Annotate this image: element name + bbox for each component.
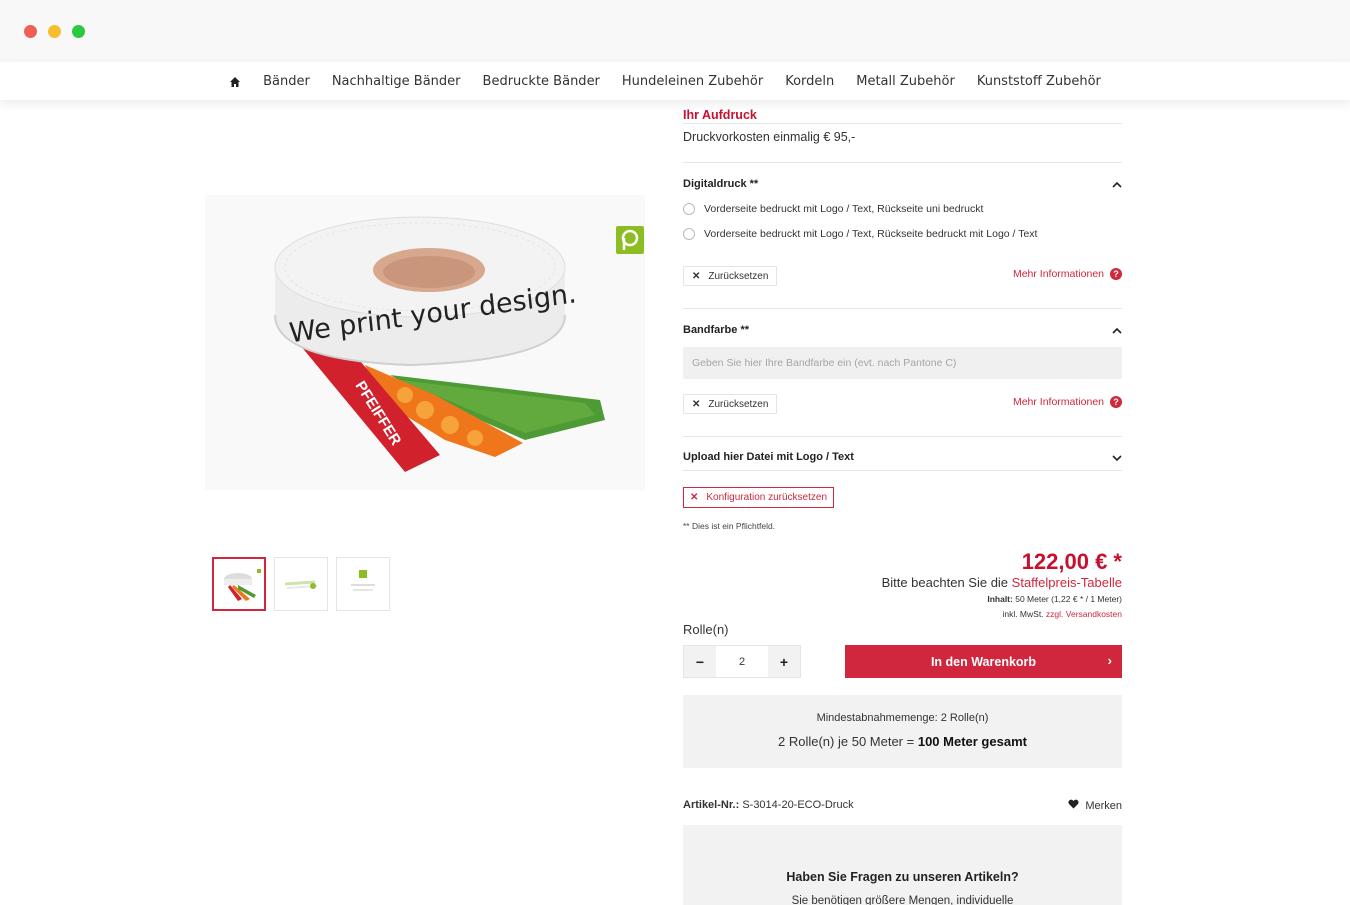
product-main-image[interactable]: PFEIFFER We print your design. xyxy=(205,195,645,490)
nav-item-baender[interactable]: Bänder xyxy=(263,74,310,89)
digitaldruck-title: Digitaldruck ** xyxy=(683,178,759,190)
divider xyxy=(683,162,1122,163)
total-meters-bold: 100 Meter gesamt xyxy=(917,734,1027,749)
reset-label: Zurücksetzen xyxy=(708,270,769,282)
bandfarbe-title: Bandfarbe ** xyxy=(683,324,750,336)
thumbnail-1[interactable] xyxy=(212,557,266,611)
digitaldruck-option-2[interactable]: Vorderseite bedruckt mit Logo / Text, Rü… xyxy=(683,228,1037,240)
quantity-label: Rolle(n) xyxy=(683,622,729,637)
mwst-info: inkl. MwSt. zzgl. Versandkosten xyxy=(1002,609,1122,619)
window-maximize-dot[interactable] xyxy=(72,25,85,38)
more-info-label: Mehr Informationen xyxy=(1012,396,1104,408)
radio-button[interactable] xyxy=(683,228,695,240)
staffelpreis-note: Bitte beachten Sie die Staffelpreis-Tabe… xyxy=(882,575,1122,590)
chevron-up-icon[interactable] xyxy=(1112,177,1122,188)
versandkosten-link[interactable]: zzgl. Versandkosten xyxy=(1046,609,1122,619)
faq-subtext: Sie benötigen größere Mengen, individuel… xyxy=(791,895,1014,905)
more-info-label: Mehr Informationen xyxy=(1012,268,1104,280)
brand-badge-icon xyxy=(616,226,644,254)
article-number-value: S-3014-20-ECO-Druck xyxy=(742,799,854,811)
upload-header[interactable]: Upload hier Datei mit Logo / Text xyxy=(683,447,1122,465)
chevron-up-icon[interactable] xyxy=(1112,323,1122,334)
ribbon-roll: We print your design. xyxy=(274,216,578,367)
bandfarbe-more-info-link[interactable]: Mehr Informationen ? xyxy=(1013,396,1122,408)
digitaldruck-option-label: Vorderseite bedruckt mit Logo / Text, Rü… xyxy=(704,228,1038,240)
nav-item-metall-zubehoer[interactable]: Metall Zubehör xyxy=(856,74,955,89)
bandfarbe-input[interactable] xyxy=(683,347,1122,379)
aufdruck-title: Ihr Aufdruck xyxy=(683,108,757,122)
nav-item-kunststoff-zubehoer[interactable]: Kunststoff Zubehör xyxy=(977,74,1101,89)
divider xyxy=(683,436,1122,437)
window-minimize-dot[interactable] xyxy=(48,25,61,38)
home-icon[interactable] xyxy=(229,75,241,87)
inhalt-value: 50 Meter (1,22 € * / 1 Meter) xyxy=(1015,594,1122,604)
staffel-prefix: Bitte beachten Sie die xyxy=(881,575,1009,590)
close-icon: ✕ xyxy=(690,492,699,503)
reset-label: Zurücksetzen xyxy=(708,398,769,410)
nav-item-hundeleinen-zubehoer[interactable]: Hundeleinen Zubehör xyxy=(622,74,763,89)
article-number-label: Artikel-Nr.: xyxy=(683,799,740,811)
faq-title: Haben Sie Fragen zu unseren Artikeln? xyxy=(786,870,1019,884)
config-reset-button[interactable]: ✕ Konfiguration zurücksetzen xyxy=(683,487,835,508)
close-icon: ✕ xyxy=(692,398,701,410)
nav-item-kordeln[interactable]: Kordeln xyxy=(785,74,834,89)
bandfarbe-header[interactable]: Bandfarbe ** xyxy=(683,320,1122,338)
add-to-cart-button[interactable]: In den Warenkorb › xyxy=(845,645,1122,678)
mwst-prefix: inkl. MwSt. xyxy=(1002,609,1044,619)
divider xyxy=(683,308,1122,309)
minimum-order-box: Mindestabnahmemenge: 2 Rolle(n) 2 Rolle(… xyxy=(683,695,1122,768)
digitaldruck-option-1[interactable]: Vorderseite bedruckt mit Logo / Text, Rü… xyxy=(683,203,983,215)
article-number: Artikel-Nr.: S-3014-20-ECO-Druck xyxy=(683,799,854,811)
faq-box: Haben Sie Fragen zu unseren Artikeln? Si… xyxy=(683,825,1122,905)
druckkosten-text: Druckvorkosten einmalig € 95,- xyxy=(683,130,856,144)
close-icon: ✕ xyxy=(692,270,701,282)
staffelpreis-link[interactable]: Staffelpreis-Tabelle xyxy=(1012,575,1122,590)
inhalt-label: Inhalt: xyxy=(987,594,1013,604)
main-navigation: Bänder Nachhaltige Bänder Bedruckte Bänd… xyxy=(0,62,1350,100)
quantity-input[interactable]: 2 xyxy=(716,646,768,677)
quantity-increase-button[interactable]: + xyxy=(768,646,800,677)
divider xyxy=(683,470,1122,471)
total-meters-prefix: 2 Rolle(n) je 50 Meter = xyxy=(778,734,915,749)
chevron-right-icon: › xyxy=(1107,653,1112,668)
wishlist-button[interactable]: Merken xyxy=(1068,799,1122,812)
divider xyxy=(683,123,1122,124)
wishlist-label: Merken xyxy=(1085,799,1122,812)
thumbnail-3[interactable] xyxy=(336,557,390,611)
radio-button[interactable] xyxy=(683,203,695,215)
total-meters-text: 2 Rolle(n) je 50 Meter = 100 Meter gesam… xyxy=(683,734,1122,749)
thumbnail-2[interactable] xyxy=(274,557,328,611)
bandfarbe-reset-button[interactable]: ✕ Zurücksetzen xyxy=(683,394,778,414)
minimum-order-text: Mindestabnahmemenge: 2 Rolle(n) xyxy=(816,712,989,724)
add-to-cart-label: In den Warenkorb xyxy=(930,654,1037,669)
digitaldruck-option-label: Vorderseite bedruckt mit Logo / Text, Rü… xyxy=(704,203,984,215)
required-field-note: ** Dies ist ein Pflichtfeld. xyxy=(683,521,776,531)
digitaldruck-header[interactable]: Digitaldruck ** xyxy=(683,174,1122,192)
chevron-down-icon[interactable] xyxy=(1112,450,1122,462)
heart-icon xyxy=(1068,799,1079,812)
nav-item-bedruckte-baender[interactable]: Bedruckte Bänder xyxy=(483,74,600,89)
question-icon: ? xyxy=(1110,268,1122,280)
digitaldruck-more-info-link[interactable]: Mehr Informationen ? xyxy=(1013,268,1122,280)
product-price: 122,00 € * xyxy=(1021,549,1122,574)
browser-chrome xyxy=(0,0,1350,62)
thumbnail-gallery xyxy=(212,557,390,611)
quantity-stepper: − 2 + xyxy=(683,645,801,678)
question-icon: ? xyxy=(1110,396,1122,408)
upload-title: Upload hier Datei mit Logo / Text xyxy=(683,451,854,463)
nav-item-nachhaltige-baender[interactable]: Nachhaltige Bänder xyxy=(332,74,461,89)
digitaldruck-reset-button[interactable]: ✕ Zurücksetzen xyxy=(683,266,778,286)
window-close-dot[interactable] xyxy=(24,25,37,38)
inhalt-info: Inhalt: 50 Meter (1,22 € * / 1 Meter) xyxy=(987,594,1122,604)
config-reset-label: Konfiguration zurücksetzen xyxy=(706,492,828,503)
quantity-decrease-button[interactable]: − xyxy=(684,646,716,677)
